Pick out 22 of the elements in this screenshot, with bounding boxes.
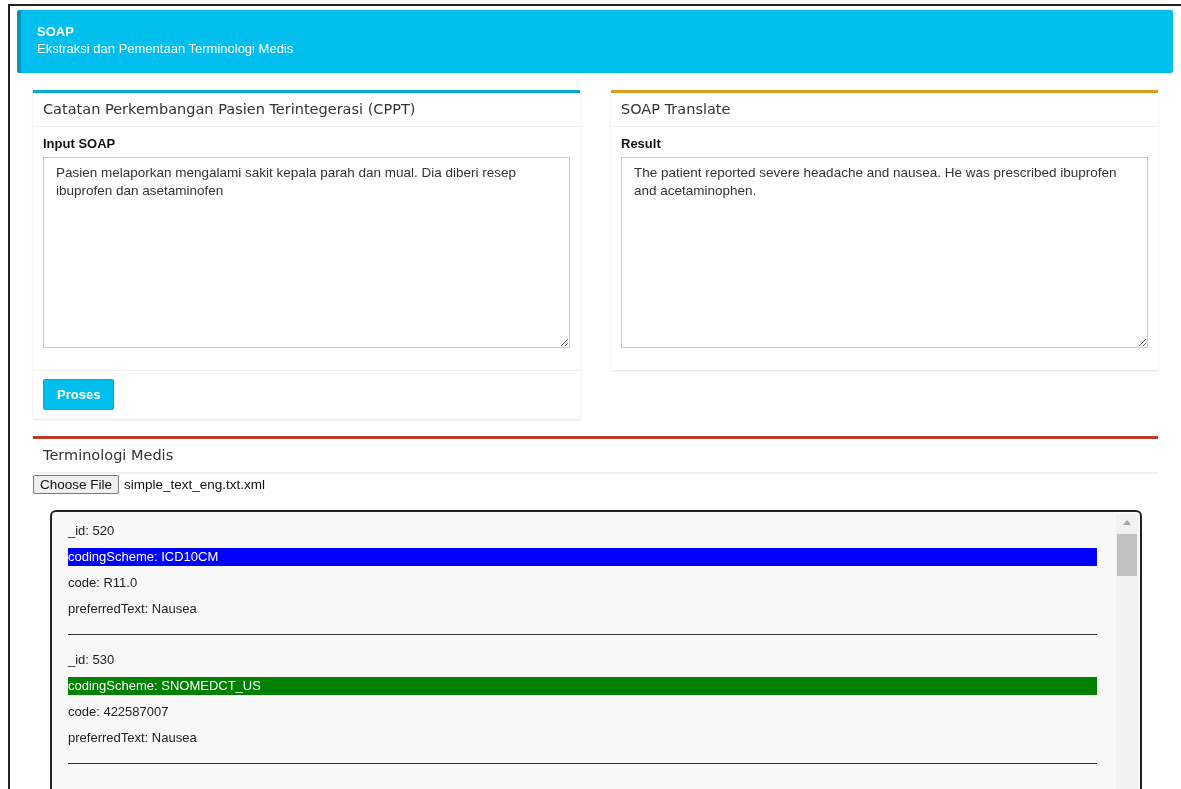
card-title: Terminologi Medis (43, 447, 174, 463)
field-label: Result (621, 136, 662, 151)
page-title: SOAP (37, 24, 75, 40)
field-label: Input SOAP (43, 136, 117, 151)
entry-code: code: 422587007 (68, 703, 170, 721)
entry-code: code: R11.0 (68, 574, 139, 592)
preferred-text: preferredText: Nausea (68, 729, 198, 747)
scroll-thumb[interactable] (1117, 534, 1137, 576)
card-title: SOAP Translate (621, 101, 731, 117)
result-field[interactable]: The patient reported severe headache and nausea. He was prescribed ibuprofen and acetaminophen. (621, 157, 1148, 348)
entry-id: _id: 520 (68, 522, 116, 540)
scroll-up-icon[interactable] (1121, 518, 1133, 526)
scrollbar[interactable] (1116, 514, 1138, 789)
coding-scheme: codingScheme: SNOMEDCT_US (68, 677, 1097, 695)
input-field[interactable]: Pasien melaporkan mengalami sakit kepala parah dan mual. Dia diberi resep ibuprofen dan asetaminofen (43, 157, 570, 348)
choose-file-button[interactable]: Choose File (33, 475, 120, 494)
card-title: Catatan Perkembangan Pasien Terintegerasi (CPPT) (43, 101, 416, 117)
file-name: simple_text_eng.txt.xml (124, 477, 266, 492)
coding-scheme: codingScheme: ICD10CM (68, 548, 1097, 566)
preferred-text: preferredText: Nausea (68, 600, 198, 618)
entry-id: _id: 530 (68, 651, 116, 669)
page-subtitle: Ekstraksi dan Pementaan Terminologi Medis (37, 40, 295, 57)
